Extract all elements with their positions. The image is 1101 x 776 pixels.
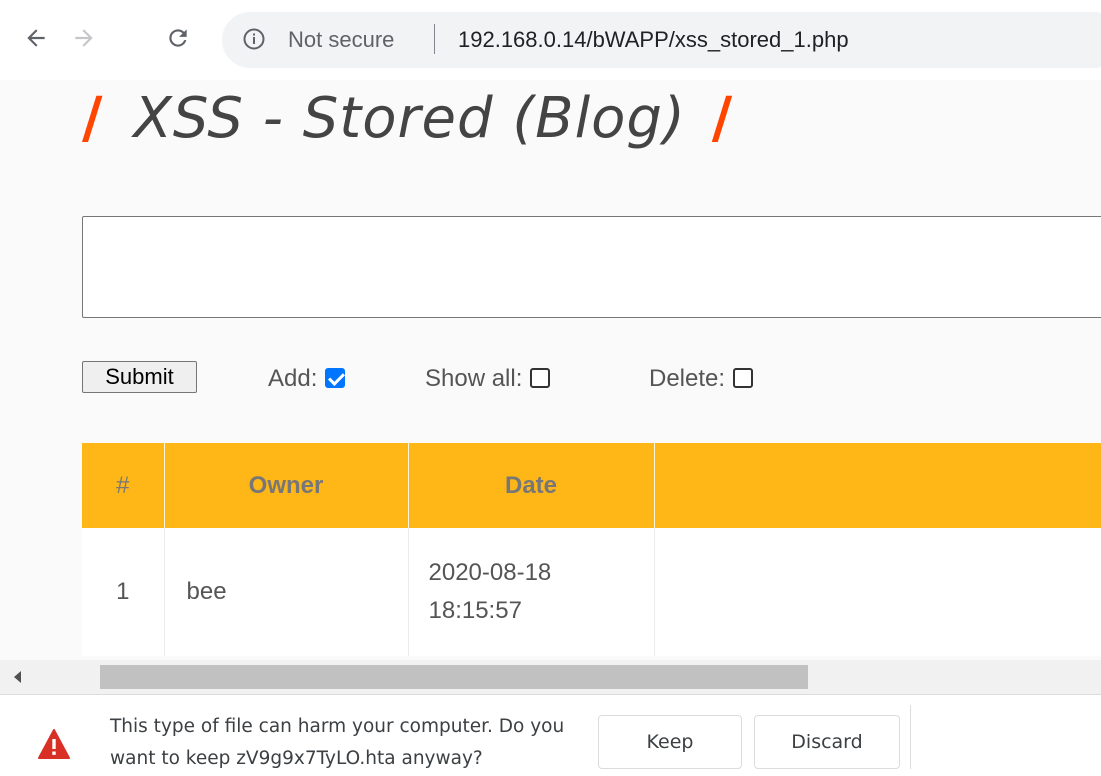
forward-arrow-icon[interactable] [66, 20, 102, 56]
browser-toolbar: Not secure 192.168.0.14/bWAPP/xss_stored… [0, 0, 1101, 80]
download-bar: This type of file can harm your computer… [0, 694, 1101, 776]
add-label: Add: [268, 365, 318, 392]
page-title-text: XSS - Stored (Blog) [133, 86, 686, 151]
delete-checkbox[interactable] [733, 368, 754, 388]
column-header-number: # [82, 443, 165, 528]
info-icon[interactable] [242, 27, 266, 51]
submit-button[interactable]: Submit [82, 361, 197, 393]
row-owner: bee [164, 528, 409, 656]
back-arrow-icon[interactable] [18, 20, 54, 56]
horizontal-scrollbar[interactable] [0, 660, 1101, 694]
keep-button[interactable]: Keep [598, 715, 742, 769]
table-header-row: # Owner Date E [82, 443, 1101, 528]
blog-entry-textarea[interactable] [82, 216, 1101, 318]
address-bar[interactable]: Not secure 192.168.0.14/bWAPP/xss_stored… [222, 12, 1101, 68]
column-header-owner: Owner [164, 443, 409, 528]
url-text[interactable]: 192.168.0.14/bWAPP/xss_stored_1.php [458, 27, 849, 53]
page-title: / XSS - Stored (Blog) / [82, 86, 733, 151]
show-all-label: Show all: [425, 365, 523, 392]
download-bar-divider [910, 705, 911, 769]
add-checkbox[interactable] [325, 368, 346, 388]
row-date: 2020-08-18 18:15:57 [408, 528, 655, 656]
table-row: 1 bee 2020-08-18 18:15:57 [82, 528, 1101, 656]
add-option: Add: [268, 365, 346, 393]
blog-table: # Owner Date E 1 bee 2020-08-18 18:15:57 [82, 443, 1101, 656]
title-slash-right: / [711, 86, 734, 151]
security-label: Not secure [288, 27, 395, 52]
scrollbar-thumb[interactable] [100, 665, 808, 689]
delete-label: Delete: [649, 365, 726, 392]
download-warning-message: This type of file can harm your computer… [110, 716, 565, 769]
entry-controls: Submit Add: Show all: Delete: [82, 359, 1082, 393]
column-header-date: Date [408, 443, 655, 528]
row-entry [654, 528, 1101, 656]
url-divider [434, 24, 435, 54]
show-all-option: Show all: [425, 365, 551, 393]
delete-option: Delete: [649, 365, 754, 393]
scroll-left-arrow-icon[interactable] [6, 660, 30, 694]
title-slash-left: / [82, 86, 104, 151]
warning-icon [38, 729, 70, 759]
reload-icon[interactable] [160, 20, 196, 56]
row-number: 1 [82, 528, 165, 656]
row-date-time: 18:15:57 [428, 597, 522, 624]
page-viewport: / XSS - Stored (Blog) / Submit Add: Show a… [0, 80, 1101, 660]
column-header-entry: E [654, 443, 1101, 528]
show-all-checkbox[interactable] [530, 368, 551, 388]
row-date-day: 2020-08-18 [428, 559, 552, 586]
discard-button[interactable]: Discard [754, 715, 900, 769]
